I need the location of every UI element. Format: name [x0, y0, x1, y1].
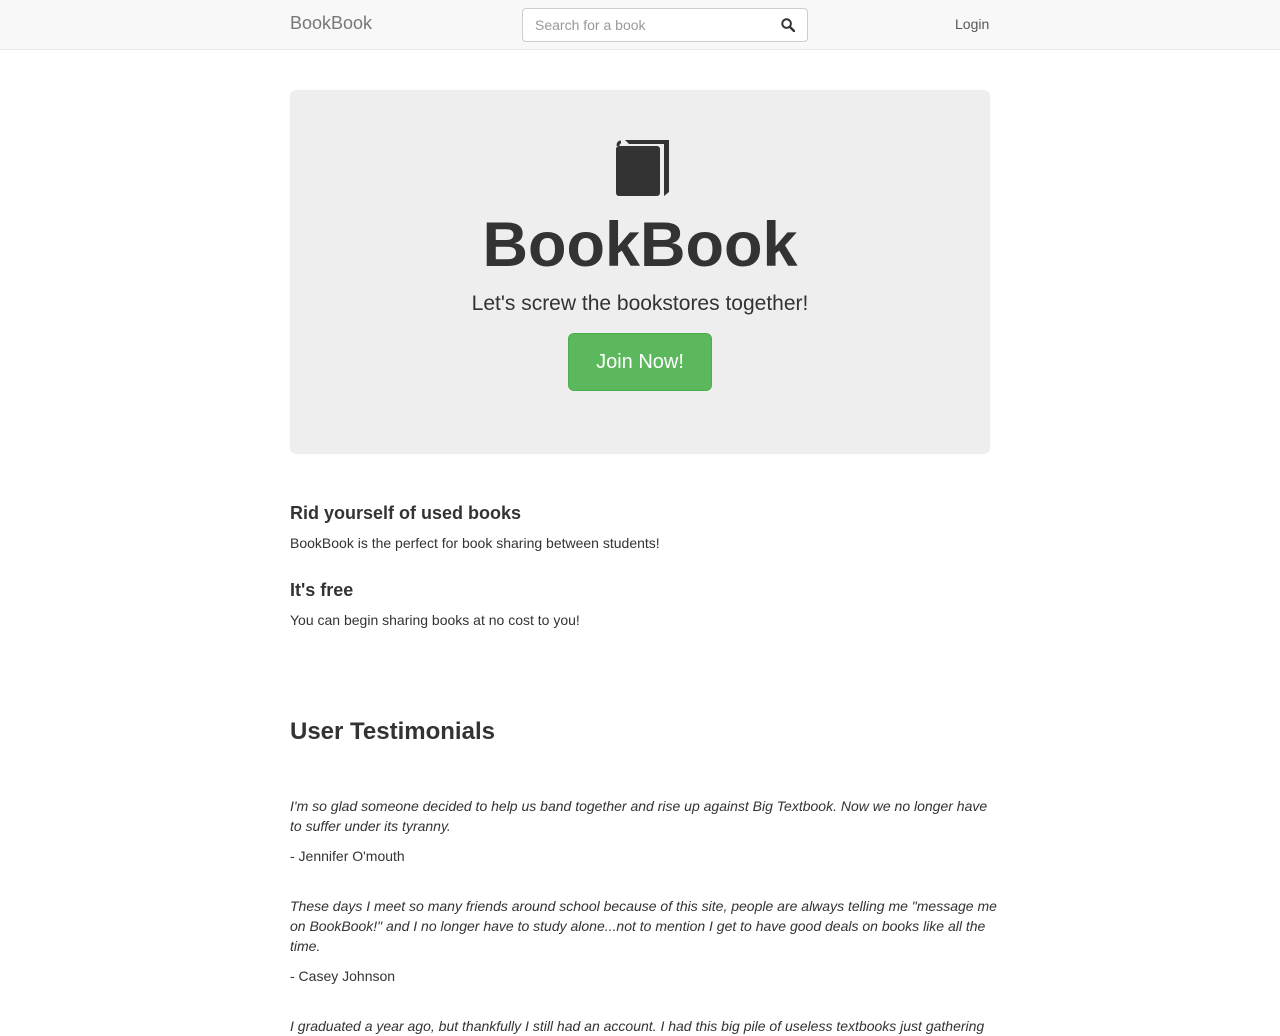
top-navbar: BookBook Login: [0, 0, 1280, 50]
testimonial-quote: I'm so glad someone decided to help us b…: [290, 798, 988, 834]
testimonial-author: - Jennifer O'mouth: [290, 848, 405, 864]
search-input[interactable]: [523, 9, 773, 41]
testimonial-author: - Casey Johnson: [290, 968, 396, 984]
brand-link[interactable]: BookBook: [290, 13, 372, 34]
search-box: [522, 8, 808, 42]
login-link[interactable]: Login: [955, 16, 989, 32]
feature-title: It's free: [290, 580, 354, 600]
feature-text: BookBook is the perfect for book sharing…: [290, 535, 660, 551]
hero-title: BookBook: [482, 210, 798, 280]
hero-subtitle: Let's screw the bookstores together!: [471, 292, 809, 315]
testimonial-quote: These days I meet so many friends around…: [290, 898, 997, 954]
search-button[interactable]: [769, 9, 807, 41]
book-icon: [616, 140, 669, 196]
testimonial-quote: I graduated a year ago, but thankfully I…: [290, 1018, 985, 1034]
join-now-button[interactable]: Join Now!: [568, 333, 712, 391]
feature-title: Rid yourself of used books: [290, 503, 522, 523]
testimonials-heading: User Testimonials: [290, 718, 495, 745]
feature-text: You can begin sharing books at no cost t…: [290, 612, 580, 628]
hero-jumbotron: BookBook Let's screw the bookstores toge…: [290, 90, 990, 454]
search-icon: [781, 18, 795, 32]
